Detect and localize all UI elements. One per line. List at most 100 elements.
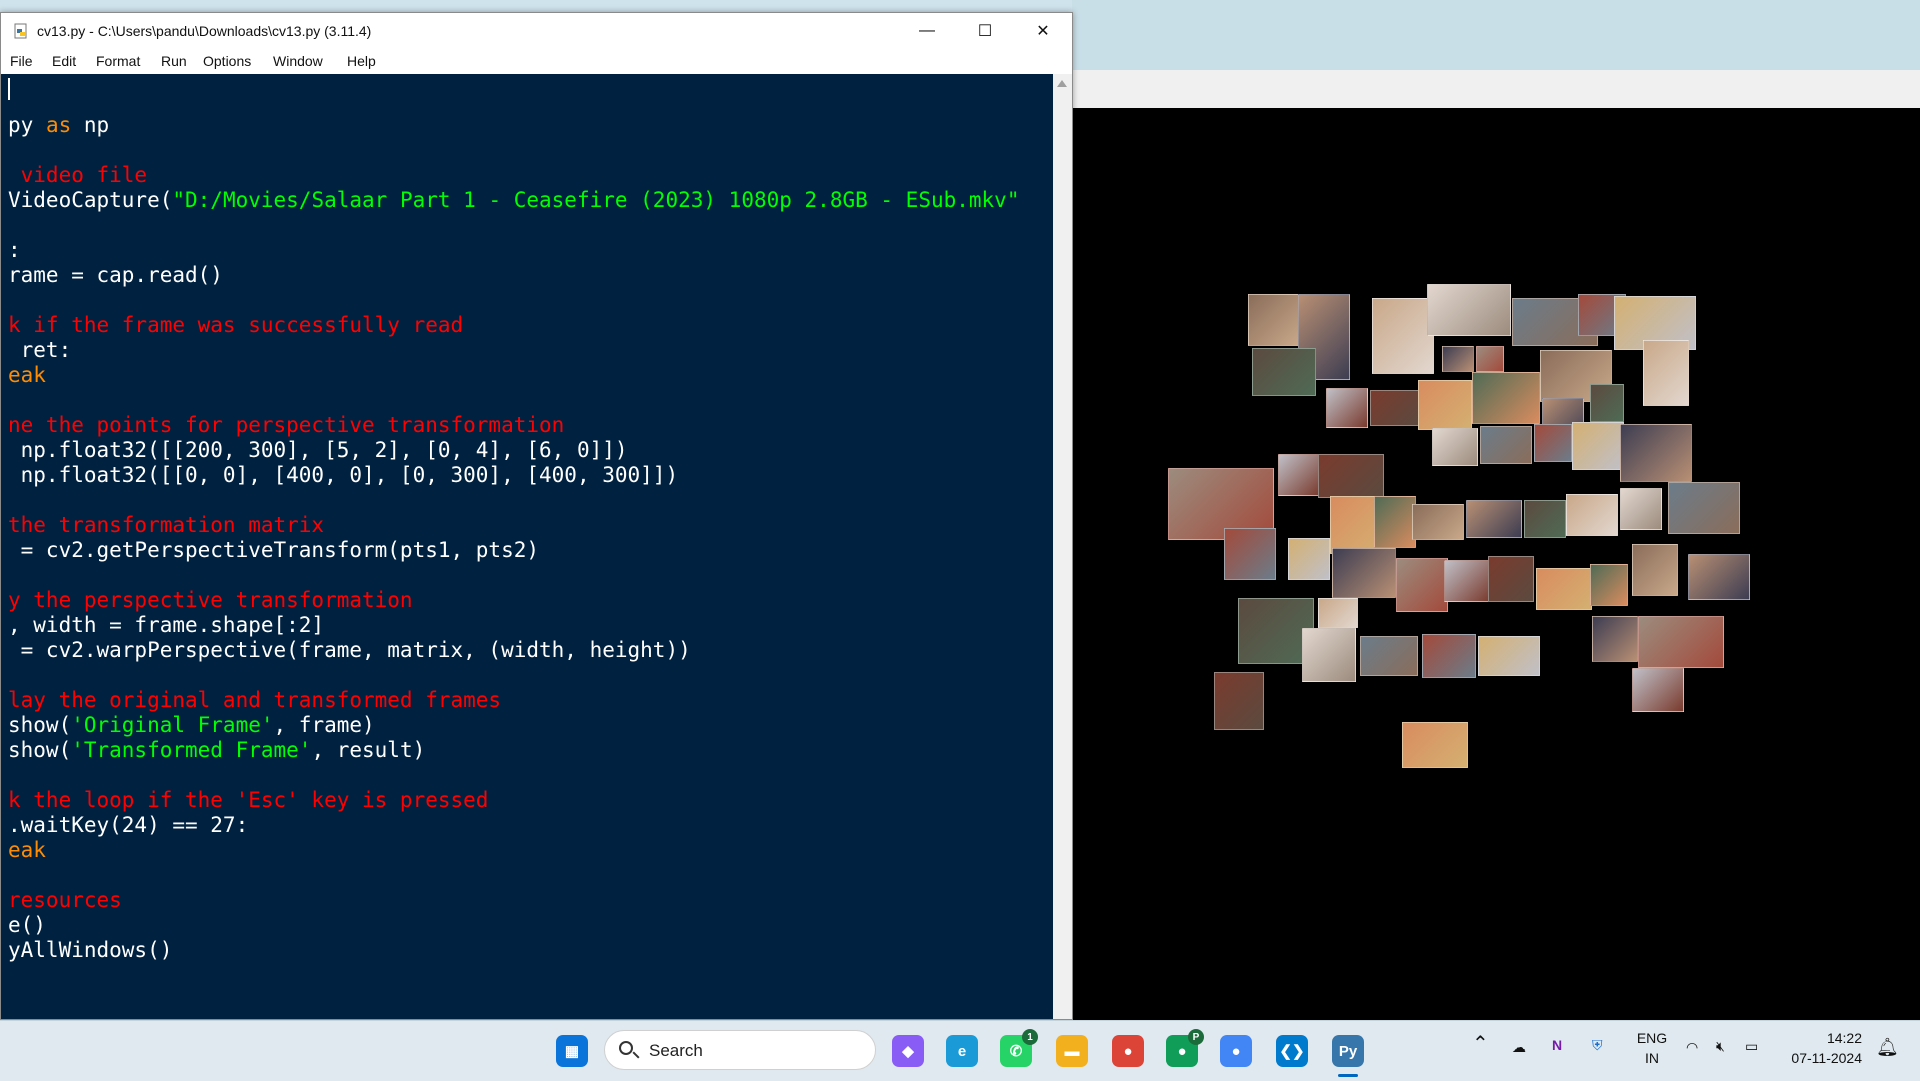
- scroll-up-arrow-icon[interactable]: [1057, 80, 1067, 87]
- code-token: yAllWindows(): [8, 938, 173, 962]
- code-line: :: [8, 238, 21, 263]
- code-token: np.float32([[0, 0], [400, 0], [0, 300], …: [8, 463, 679, 487]
- titlebar[interactable]: cv13.py - C:\Users\pandu\Downloads\cv13.…: [1, 13, 1072, 49]
- collage-photo: [1478, 636, 1540, 676]
- collage-photo: [1632, 544, 1678, 596]
- video-window-titlebar[interactable]: [1072, 70, 1920, 108]
- collage-photo: [1536, 568, 1592, 610]
- security-shield-icon[interactable]: ⛨: [1592, 1037, 1603, 1054]
- code-token: = cv2.warpPerspective(frame, matrix, (wi…: [8, 638, 691, 662]
- collage-photo: [1224, 528, 1276, 580]
- code-token: k if the frame was successfully read: [8, 313, 464, 337]
- code-line: lay the original and transformed frames: [8, 688, 501, 713]
- show-hidden-icons-chevron-icon[interactable]: ⌃: [1472, 1031, 1489, 1056]
- menu-help[interactable]: Help: [347, 53, 376, 69]
- collage-photo: [1638, 616, 1724, 668]
- code-token: y the perspective transformation: [8, 588, 413, 612]
- start-icon[interactable]: ▦: [556, 1035, 588, 1067]
- whatsapp-icon[interactable]: ✆ 1: [1000, 1029, 1038, 1067]
- code-token: rame = cap.read(): [8, 263, 223, 287]
- code-line: eak: [8, 838, 46, 863]
- collage-photo: [1534, 424, 1572, 462]
- menu-options[interactable]: Options: [203, 53, 251, 69]
- onedrive-icon[interactable]: ☁: [1512, 1039, 1526, 1056]
- vertical-scrollbar[interactable]: [1053, 74, 1072, 1019]
- code-line: py as np: [8, 113, 109, 138]
- speaker-muted-icon[interactable]: 🔇︎: [1716, 1038, 1725, 1055]
- clock-time[interactable]: 14:22: [1786, 1030, 1862, 1046]
- minimize-button[interactable]: —: [898, 13, 956, 49]
- code-token: lay the original and transformed frames: [8, 688, 502, 712]
- code-line: video file: [8, 163, 147, 188]
- code-token: video file: [8, 163, 148, 187]
- code-line: resources: [8, 888, 122, 913]
- collage-photo: [1620, 488, 1662, 530]
- notification-bell-icon[interactable]: 🔔︎: [1876, 1037, 1899, 1058]
- code-token: = cv2.getPerspectiveTransform(pts1, pts2…: [8, 538, 540, 562]
- transformed-frame-window[interactable]: [1072, 70, 1920, 1020]
- battery-icon[interactable]: ▭: [1745, 1038, 1758, 1055]
- language-region[interactable]: IN: [1636, 1050, 1668, 1066]
- window-title: cv13.py - C:\Users\pandu\Downloads\cv13.…: [37, 23, 372, 39]
- maximize-button[interactable]: ☐: [956, 13, 1014, 49]
- copilot-icon[interactable]: ◆: [892, 1035, 924, 1067]
- code-editor[interactable]: py as np video file VideoCapture("D:/Movi…: [1, 74, 1053, 1019]
- collage-photo: [1318, 598, 1358, 628]
- idle-editor-window[interactable]: cv13.py - C:\Users\pandu\Downloads\cv13.…: [0, 12, 1073, 1020]
- taskbar-search-box[interactable]: Search: [604, 1030, 876, 1070]
- collage-photo: [1566, 494, 1618, 536]
- python-idle-icon[interactable]: Py: [1332, 1035, 1364, 1067]
- close-button[interactable]: ✕: [1014, 13, 1072, 49]
- code-token: e(): [8, 913, 46, 937]
- code-line: k if the frame was successfully read: [8, 313, 463, 338]
- code-token: ne the points for perspective transforma…: [8, 413, 565, 437]
- code-token: k the loop if the 'Esc' key is pressed: [8, 788, 489, 812]
- code-line: y the perspective transformation: [8, 588, 413, 613]
- code-token: 'Original Frame': [71, 713, 274, 737]
- code-line: .waitKey(24) == 27:: [8, 813, 248, 838]
- collage-photo: [1332, 548, 1396, 598]
- code-line: eak: [8, 363, 46, 388]
- collage-photo: [1288, 538, 1330, 580]
- code-line: , width = frame.shape[:2]: [8, 613, 324, 638]
- chrome-profile-icon[interactable]: ● P: [1166, 1029, 1204, 1067]
- collage-photo: [1370, 390, 1420, 426]
- code-token: resources: [8, 888, 122, 912]
- search-icon-handle: [632, 1051, 640, 1059]
- clock-date[interactable]: 07-11-2024: [1782, 1050, 1862, 1066]
- code-token: eak: [8, 838, 46, 862]
- collage-photo: [1592, 616, 1638, 662]
- menu-window[interactable]: Window: [273, 53, 323, 69]
- code-token: np: [71, 113, 110, 137]
- menu-run[interactable]: Run: [161, 53, 187, 69]
- edge-icon[interactable]: e: [946, 1035, 978, 1067]
- collage-photo: [1480, 426, 1532, 464]
- collage-photo: [1396, 558, 1448, 612]
- collage-photo: [1590, 564, 1628, 606]
- language-code[interactable]: ENG: [1636, 1030, 1668, 1046]
- code-token: show(: [8, 738, 72, 762]
- chrome-alt-icon[interactable]: ●: [1220, 1035, 1252, 1067]
- menu-edit[interactable]: Edit: [52, 53, 76, 69]
- onenote-icon[interactable]: N: [1552, 1037, 1562, 1053]
- chrome-icon[interactable]: ●: [1112, 1035, 1144, 1067]
- menu-format[interactable]: Format: [96, 53, 140, 69]
- wifi-icon[interactable]: ◠: [1686, 1039, 1698, 1056]
- code-token: 'Transformed Frame': [71, 738, 312, 762]
- collage-photo: [1318, 454, 1384, 498]
- collage-photo: [1214, 672, 1264, 730]
- file-explorer-icon[interactable]: ▬: [1056, 1035, 1088, 1067]
- code-token: :: [8, 238, 21, 262]
- collage-photo: [1418, 380, 1472, 430]
- code-token: show(: [8, 713, 72, 737]
- menu-file[interactable]: File: [10, 53, 33, 69]
- menubar: File Edit Format Run Options Window Help: [1, 49, 1072, 73]
- code-token: , frame): [273, 713, 375, 737]
- code-token: VideoCapture(: [8, 188, 173, 212]
- vscode-icon[interactable]: ❮❯: [1276, 1035, 1308, 1067]
- code-token: "D:/Movies/Salaar Part 1 - Ceasefire (20…: [172, 188, 1020, 212]
- code-token: eak: [8, 363, 46, 387]
- collage-photo: [1590, 384, 1624, 422]
- code-line: e(): [8, 913, 46, 938]
- collage-photo: [1326, 388, 1368, 428]
